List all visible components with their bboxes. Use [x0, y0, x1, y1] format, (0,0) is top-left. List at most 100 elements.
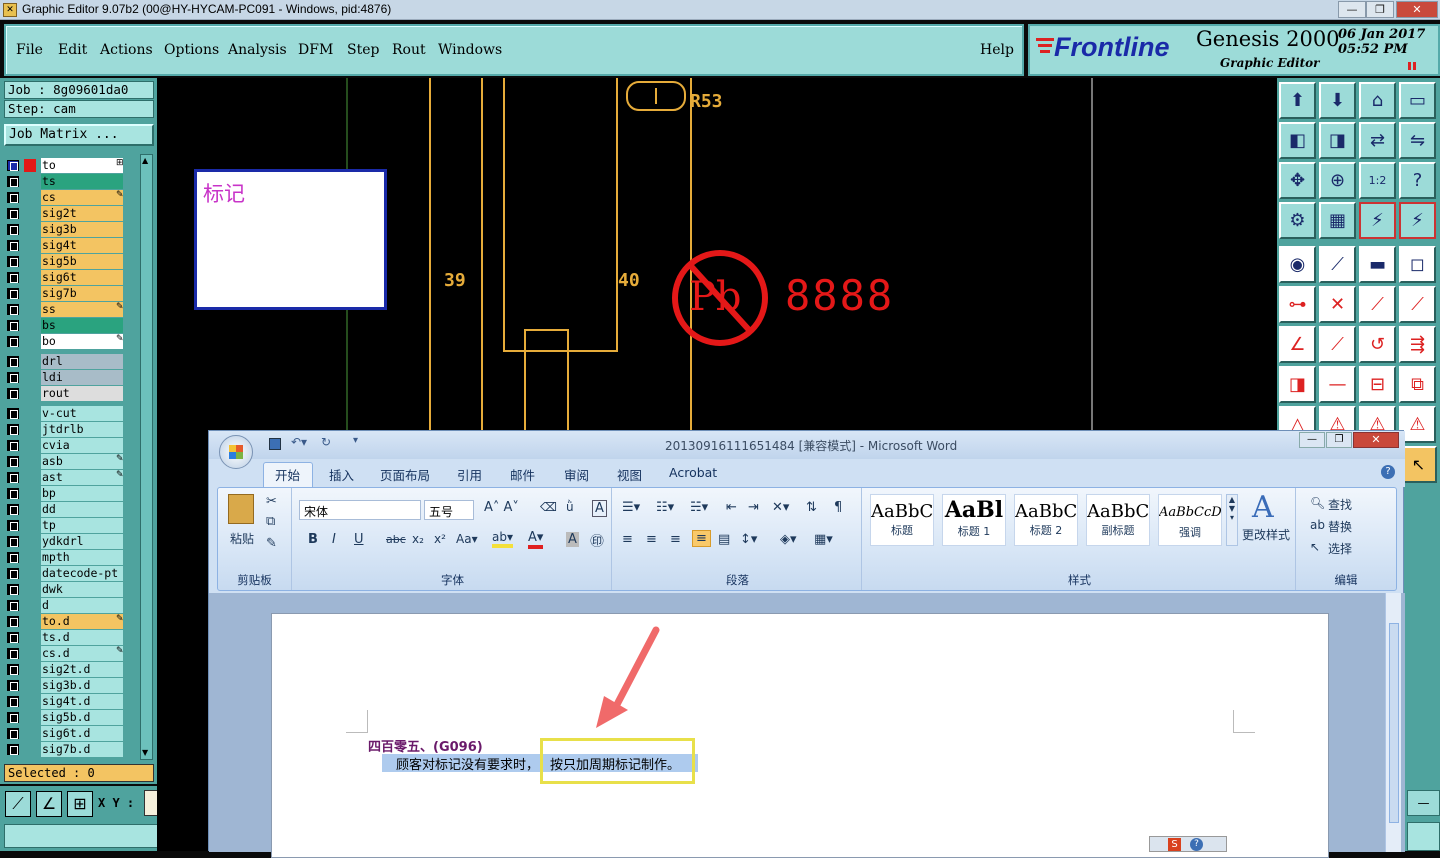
italic-icon[interactable]: I [332, 532, 336, 547]
layer-row[interactable]: sig6t [4, 270, 124, 285]
layer-name[interactable]: sig4t.d [41, 694, 123, 709]
align-left-icon[interactable]: ≡ [622, 532, 633, 547]
layer-checkbox[interactable] [7, 744, 19, 755]
layer-checkbox[interactable] [7, 176, 19, 187]
layer-row[interactable]: sig2t.d [4, 662, 124, 677]
layer-checkbox[interactable] [7, 536, 19, 547]
drc2-icon[interactable]: ⚡ [1399, 202, 1436, 239]
square-icon[interactable]: ◻ [1399, 246, 1436, 283]
layer-row[interactable]: cvia [4, 438, 124, 453]
layer-name[interactable]: cvia [41, 438, 123, 453]
layer-checkbox[interactable] [7, 488, 19, 499]
menu-actions[interactable]: Actions [100, 42, 153, 58]
copy-icon[interactable]: ⧉ [1399, 366, 1436, 403]
pad-icon[interactable]: ◉ [1279, 246, 1316, 283]
arc-icon[interactable]: ⟋ [1359, 286, 1396, 323]
layer-checkbox[interactable] [7, 504, 19, 515]
save-icon[interactable] [269, 438, 281, 450]
layer-row[interactable]: dwk [4, 582, 124, 597]
layer-checkbox[interactable] [7, 356, 19, 367]
menu-dfm[interactable]: DFM [298, 42, 333, 58]
align-right-icon[interactable]: ≡ [670, 532, 681, 547]
layer-name[interactable]: drl [41, 354, 123, 369]
multilevel-list-icon[interactable]: ☵▾ [690, 500, 708, 515]
format-painter-icon[interactable]: ✎ [266, 536, 277, 551]
layer-row[interactable]: sig5b [4, 254, 124, 269]
layer-checkbox[interactable] [7, 680, 19, 691]
layer-row[interactable]: to.d ✎ [4, 614, 124, 629]
menu-help[interactable]: Help [980, 42, 1014, 58]
layer-row[interactable]: ts [4, 174, 124, 189]
ruler-icon[interactable]: ▬ [1359, 246, 1396, 283]
grid-icon[interactable]: ▦ [1319, 202, 1356, 239]
tab-home[interactable]: 开始 [275, 465, 300, 484]
layer-row[interactable]: sig6t.d [4, 726, 124, 741]
document-page[interactable]: 四百零五、(G096) 顾客对标记没有要求时， 按只加周期标记制作。 [271, 613, 1329, 858]
tab-references[interactable]: 引用 [457, 465, 482, 484]
maximize-button[interactable]: ❐ [1366, 1, 1394, 18]
help-icon[interactable]: ? [1399, 162, 1436, 199]
superscript-icon[interactable]: x² [434, 532, 446, 546]
measure-icon[interactable]: ⊟ [1359, 366, 1396, 403]
style-heading-1[interactable]: AaBl 标题 1 [942, 494, 1006, 546]
pan-right-icon[interactable]: ◨ [1319, 122, 1356, 159]
layer-row[interactable]: cs ✎ [4, 190, 124, 205]
menu-analysis[interactable]: Analysis [228, 42, 287, 58]
shading-icon[interactable]: ◈▾ [780, 532, 797, 547]
redo-icon[interactable]: ↻ [321, 435, 331, 449]
numbering-icon[interactable]: ☷▾ [656, 500, 674, 515]
menu-file[interactable]: File [16, 42, 43, 58]
layer-name[interactable]: sig5b [41, 254, 123, 269]
layer-name[interactable]: sig2t [41, 206, 123, 221]
zoom-in-icon[interactable]: ⬇ [1319, 82, 1356, 119]
layer-row[interactable]: d [4, 598, 124, 613]
layer-name[interactable]: sig2t.d [41, 662, 123, 677]
layer-checkbox[interactable] [7, 159, 36, 172]
menu-options[interactable]: Options [164, 42, 219, 58]
menu-edit[interactable]: Edit [58, 42, 87, 58]
layer-name[interactable]: tp [41, 518, 123, 533]
layer-name[interactable]: asb [41, 454, 123, 469]
layer-checkbox[interactable] [7, 440, 19, 451]
change-styles-icon[interactable]: A [1252, 490, 1274, 525]
layer-checkbox[interactable] [7, 208, 19, 219]
layer-checkbox[interactable] [7, 408, 19, 419]
clear-format-icon[interactable]: ⌫ [540, 500, 557, 514]
vertical-scrollbar[interactable] [1385, 593, 1401, 852]
layer-name[interactable]: mpth [41, 550, 123, 565]
bullets-icon[interactable]: ☰▾ [622, 500, 640, 515]
layer-name[interactable]: d [41, 598, 123, 613]
phonetic-icon[interactable]: ǜ [566, 500, 574, 514]
move-icon[interactable]: ◨ [1279, 366, 1316, 403]
font-size-select[interactable]: 五号 [424, 500, 474, 520]
layer-row[interactable]: bs [4, 318, 124, 333]
layer-row[interactable]: sig5b.d [4, 710, 124, 725]
layer-row[interactable]: cs.d ✎ [4, 646, 124, 661]
asian-layout-icon[interactable]: ✕▾ [772, 500, 789, 515]
change-styles-button[interactable]: 更改样式 [1242, 526, 1290, 543]
layer-row[interactable]: ss ✎ [4, 302, 124, 317]
fit-icon[interactable]: ✥ [1279, 162, 1316, 199]
window-icon[interactable]: ▭ [1399, 82, 1436, 119]
layer-name[interactable]: rout [41, 386, 123, 401]
arc2-icon[interactable]: ⟋ [1399, 286, 1436, 323]
show-marks-icon[interactable]: ¶ [834, 500, 842, 515]
style-emphasis[interactable]: AaBbCcD 强调 [1158, 494, 1222, 546]
layer-checkbox[interactable] [7, 240, 19, 251]
tab-view[interactable]: 视图 [617, 465, 642, 484]
layer-row[interactable]: sig2t [4, 206, 124, 221]
tab-review[interactable]: 审阅 [564, 465, 589, 484]
increase-indent-icon[interactable]: ⇥ [748, 500, 759, 515]
line-icon[interactable]: ⟋ [1319, 246, 1356, 283]
center-icon[interactable]: ⊕ [1319, 162, 1356, 199]
layer-row[interactable]: drl [4, 354, 124, 369]
layer-checkbox[interactable] [7, 568, 19, 579]
connect-icon[interactable]: ⊶ [1279, 286, 1316, 323]
layer-row[interactable]: v-cut [4, 406, 124, 421]
layer-name[interactable]: cs.d [41, 646, 123, 661]
undo-icon[interactable]: ↶▾ [291, 435, 307, 449]
layer-checkbox[interactable] [7, 272, 19, 283]
layer-row[interactable]: asb ✎ [4, 454, 124, 469]
layer-checkbox[interactable] [7, 320, 19, 331]
layer-name[interactable]: bo [41, 334, 123, 349]
